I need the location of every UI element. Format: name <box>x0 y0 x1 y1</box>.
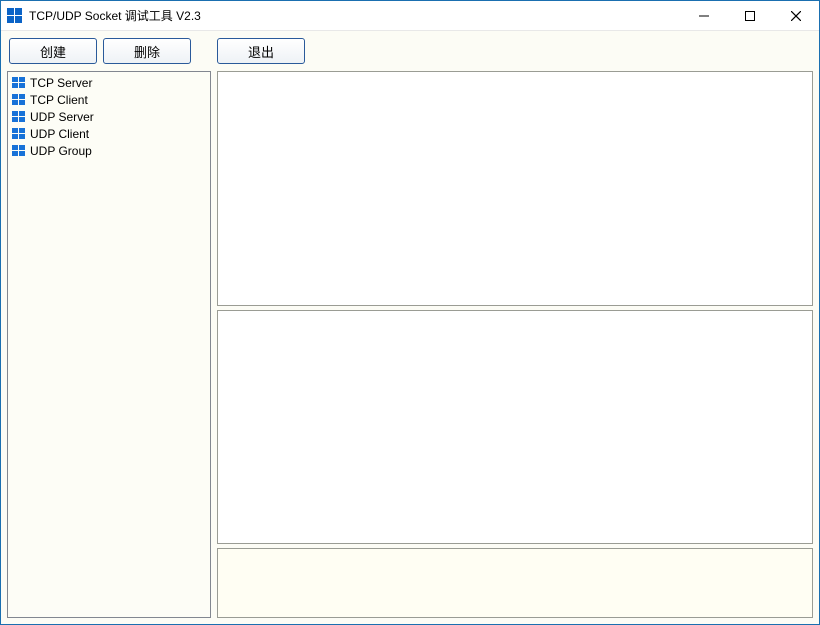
content-area: TCP Server TCP Client UDP Server UDP Cli… <box>1 71 819 624</box>
tree-item-tcp-client[interactable]: TCP Client <box>10 91 208 108</box>
tree-item-label: TCP Client <box>30 93 88 107</box>
maximize-icon <box>745 11 755 21</box>
window-controls <box>681 1 819 30</box>
output-panel-top[interactable] <box>217 71 813 306</box>
tree-item-udp-server[interactable]: UDP Server <box>10 108 208 125</box>
window-title: TCP/UDP Socket 调试工具 V2.3 <box>29 7 681 24</box>
grid-icon <box>12 145 26 157</box>
minimize-button[interactable] <box>681 1 727 31</box>
exit-button[interactable]: 退出 <box>217 38 305 64</box>
create-button[interactable]: 创建 <box>9 38 97 64</box>
grid-icon <box>12 128 26 140</box>
grid-icon <box>12 94 26 106</box>
grid-icon <box>12 77 26 89</box>
close-button[interactable] <box>773 1 819 31</box>
toolbar: 创建 删除 退出 <box>1 31 819 71</box>
tree-item-label: UDP Group <box>30 144 92 158</box>
tree-item-tcp-server[interactable]: TCP Server <box>10 74 208 91</box>
grid-icon <box>12 111 26 123</box>
output-panel-bottom[interactable] <box>217 548 813 618</box>
output-panel-middle[interactable] <box>217 310 813 545</box>
tree-item-label: UDP Server <box>30 110 94 124</box>
main-panels <box>217 71 813 618</box>
sidebar-tree[interactable]: TCP Server TCP Client UDP Server UDP Cli… <box>7 71 211 618</box>
maximize-button[interactable] <box>727 1 773 31</box>
app-icon <box>7 8 23 24</box>
tree-item-udp-client[interactable]: UDP Client <box>10 125 208 142</box>
tree-item-label: UDP Client <box>30 127 89 141</box>
delete-button[interactable]: 删除 <box>103 38 191 64</box>
close-icon <box>791 11 801 21</box>
titlebar: TCP/UDP Socket 调试工具 V2.3 <box>1 1 819 31</box>
tree-item-label: TCP Server <box>30 76 92 90</box>
minimize-icon <box>699 11 709 21</box>
tree-item-udp-group[interactable]: UDP Group <box>10 142 208 159</box>
